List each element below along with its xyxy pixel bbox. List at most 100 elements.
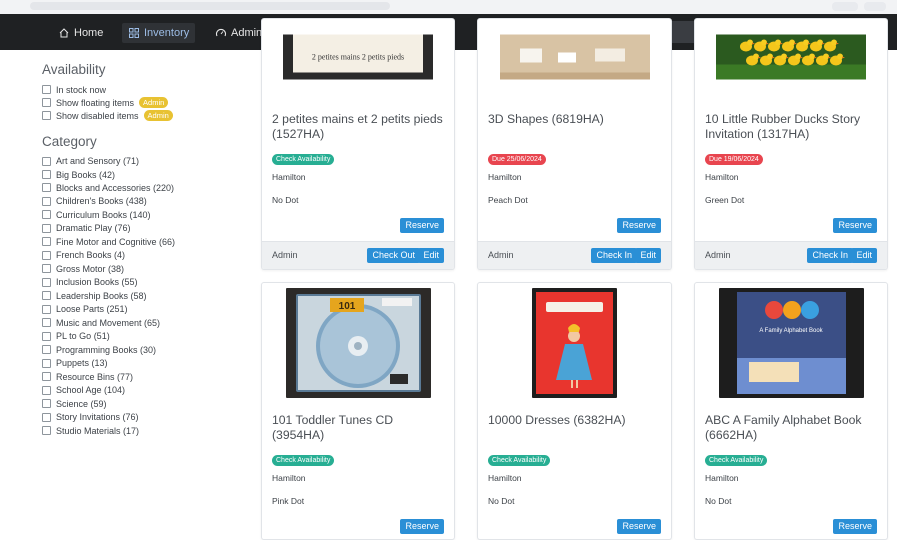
- checkbox[interactable]: [42, 426, 51, 436]
- checkbox[interactable]: [42, 98, 51, 108]
- category-option[interactable]: Programming Books (30): [42, 343, 242, 356]
- category-option[interactable]: Science (59): [42, 397, 242, 410]
- checkbox[interactable]: [42, 210, 51, 220]
- category-option[interactable]: Fine Motor and Cognitive (66): [42, 235, 242, 248]
- checkbox[interactable]: [42, 291, 51, 301]
- checkbox[interactable]: [42, 85, 51, 94]
- nav-home[interactable]: Home: [58, 23, 103, 43]
- checkbox[interactable]: [42, 111, 51, 121]
- product-image-frame[interactable]: A Family Alphabet Book: [718, 288, 864, 398]
- product-title[interactable]: 10000 Dresses (6382HA): [488, 413, 661, 428]
- edit-button[interactable]: Edit: [851, 248, 877, 263]
- product-image-frame[interactable]: 2 petites mains 2 petits pieds: [283, 19, 433, 95]
- checkbox[interactable]: [42, 156, 51, 166]
- due-date-badge: Due 19/06/2024: [705, 154, 763, 165]
- check-availability-badge[interactable]: Check Availability: [272, 154, 335, 165]
- availability-option[interactable]: Show disabled items Admin: [42, 109, 242, 122]
- product-image[interactable]: [532, 288, 617, 398]
- edit-button[interactable]: Edit: [418, 248, 444, 263]
- checkbox[interactable]: [42, 331, 51, 341]
- category-option[interactable]: Story Invitations (76): [42, 411, 242, 424]
- card-admin-footer: Admin Check In Edit: [695, 241, 887, 269]
- checkbox[interactable]: [42, 412, 51, 422]
- product-image-frame[interactable]: 101: [285, 288, 431, 398]
- category-option[interactable]: Inclusion Books (55): [42, 276, 242, 289]
- checkbox[interactable]: [42, 345, 51, 355]
- admin-badge: Admin: [143, 110, 173, 122]
- category-option[interactable]: Studio Materials (17): [42, 424, 242, 437]
- product-title[interactable]: ABC A Family Alphabet Book (6662HA): [705, 413, 877, 443]
- address-bar[interactable]: [30, 2, 390, 10]
- checkbox[interactable]: [42, 196, 51, 206]
- availability-option[interactable]: In stock now: [42, 83, 242, 96]
- category-option[interactable]: Blocks and Accessories (220): [42, 181, 242, 194]
- product-image[interactable]: 2 petites mains 2 petits pieds: [283, 19, 433, 95]
- category-label: Loose Parts (251): [56, 304, 128, 315]
- category-option[interactable]: Children's Books (438): [42, 195, 242, 208]
- checkbox[interactable]: [42, 372, 51, 382]
- product-image[interactable]: [716, 19, 866, 95]
- product-title[interactable]: 3D Shapes (6819HA): [488, 112, 661, 127]
- category-option[interactable]: PL to Go (51): [42, 330, 242, 343]
- reserve-button[interactable]: Reserve: [833, 218, 877, 233]
- check-availability-badge[interactable]: Check Availability: [705, 455, 768, 466]
- browser-button[interactable]: [864, 2, 886, 11]
- category-option[interactable]: Leadership Books (58): [42, 289, 242, 302]
- checkbox[interactable]: [42, 250, 51, 260]
- product-title[interactable]: 2 petites mains et 2 petits pieds (1527H…: [272, 112, 444, 142]
- product-image-wrap: 2 petites mains 2 petits pieds: [262, 19, 454, 95]
- reserve-button[interactable]: Reserve: [400, 218, 444, 233]
- category-option[interactable]: Music and Movement (65): [42, 316, 242, 329]
- product-image-frame[interactable]: [499, 19, 650, 95]
- category-option[interactable]: Puppets (13): [42, 357, 242, 370]
- checkbox[interactable]: [42, 237, 51, 247]
- edit-button[interactable]: Edit: [635, 248, 661, 263]
- gauge-icon: [215, 28, 227, 37]
- availability-option[interactable]: Show floating items Admin: [42, 96, 242, 109]
- browser-button[interactable]: [832, 2, 858, 11]
- product-image-wrap: [478, 288, 671, 398]
- product-title[interactable]: 10 Little Rubber Ducks Story Invitation …: [705, 112, 877, 142]
- checkbox-label: In stock now: [56, 84, 107, 95]
- product-image-frame[interactable]: [716, 19, 866, 95]
- product-image[interactable]: 101: [285, 288, 431, 398]
- category-option[interactable]: Art and Sensory (71): [42, 154, 242, 167]
- location-label: Hamilton: [705, 172, 739, 182]
- category-label: Studio Materials (17): [56, 425, 140, 436]
- product-image-frame[interactable]: [532, 288, 617, 398]
- checkbox[interactable]: [42, 318, 51, 328]
- reserve-button[interactable]: Reserve: [617, 519, 661, 534]
- checkbox[interactable]: [42, 183, 51, 193]
- nav-admin[interactable]: Admin: [215, 23, 262, 43]
- reserve-button[interactable]: Reserve: [617, 218, 661, 233]
- check-out-button[interactable]: Check Out: [367, 248, 420, 263]
- check-in-button[interactable]: Check In: [807, 248, 853, 263]
- product-title[interactable]: 101 Toddler Tunes CD (3954HA): [272, 413, 444, 443]
- check-availability-badge[interactable]: Check Availability: [272, 455, 335, 466]
- category-option[interactable]: Dramatic Play (76): [42, 222, 242, 235]
- checkbox[interactable]: [42, 170, 51, 179]
- checkbox[interactable]: [42, 264, 51, 274]
- checkbox[interactable]: [42, 358, 51, 368]
- product-image[interactable]: A Family Alphabet Book: [718, 288, 864, 398]
- reserve-button[interactable]: Reserve: [833, 519, 877, 534]
- category-option[interactable]: School Age (104): [42, 384, 242, 397]
- category-option[interactable]: Loose Parts (251): [42, 303, 242, 316]
- product-image[interactable]: [499, 19, 650, 95]
- category-option[interactable]: Gross Motor (38): [42, 262, 242, 275]
- checkbox[interactable]: [42, 385, 51, 395]
- category-option[interactable]: Curriculum Books (140): [42, 208, 242, 221]
- checkbox[interactable]: [42, 223, 51, 233]
- checkbox[interactable]: [42, 399, 51, 409]
- category-option[interactable]: French Books (4): [42, 249, 242, 262]
- check-in-button[interactable]: Check In: [591, 248, 637, 263]
- checkbox[interactable]: [42, 304, 51, 314]
- category-option[interactable]: Resource Bins (77): [42, 370, 242, 383]
- checkbox[interactable]: [42, 277, 51, 287]
- product-image-wrap: 101: [262, 288, 454, 398]
- nav-inventory[interactable]: Inventory: [122, 23, 196, 43]
- reserve-button[interactable]: Reserve: [400, 519, 444, 534]
- category-option[interactable]: Big Books (42): [42, 168, 242, 181]
- check-availability-badge[interactable]: Check Availability: [488, 455, 551, 466]
- category-label: Music and Movement (65): [56, 317, 161, 328]
